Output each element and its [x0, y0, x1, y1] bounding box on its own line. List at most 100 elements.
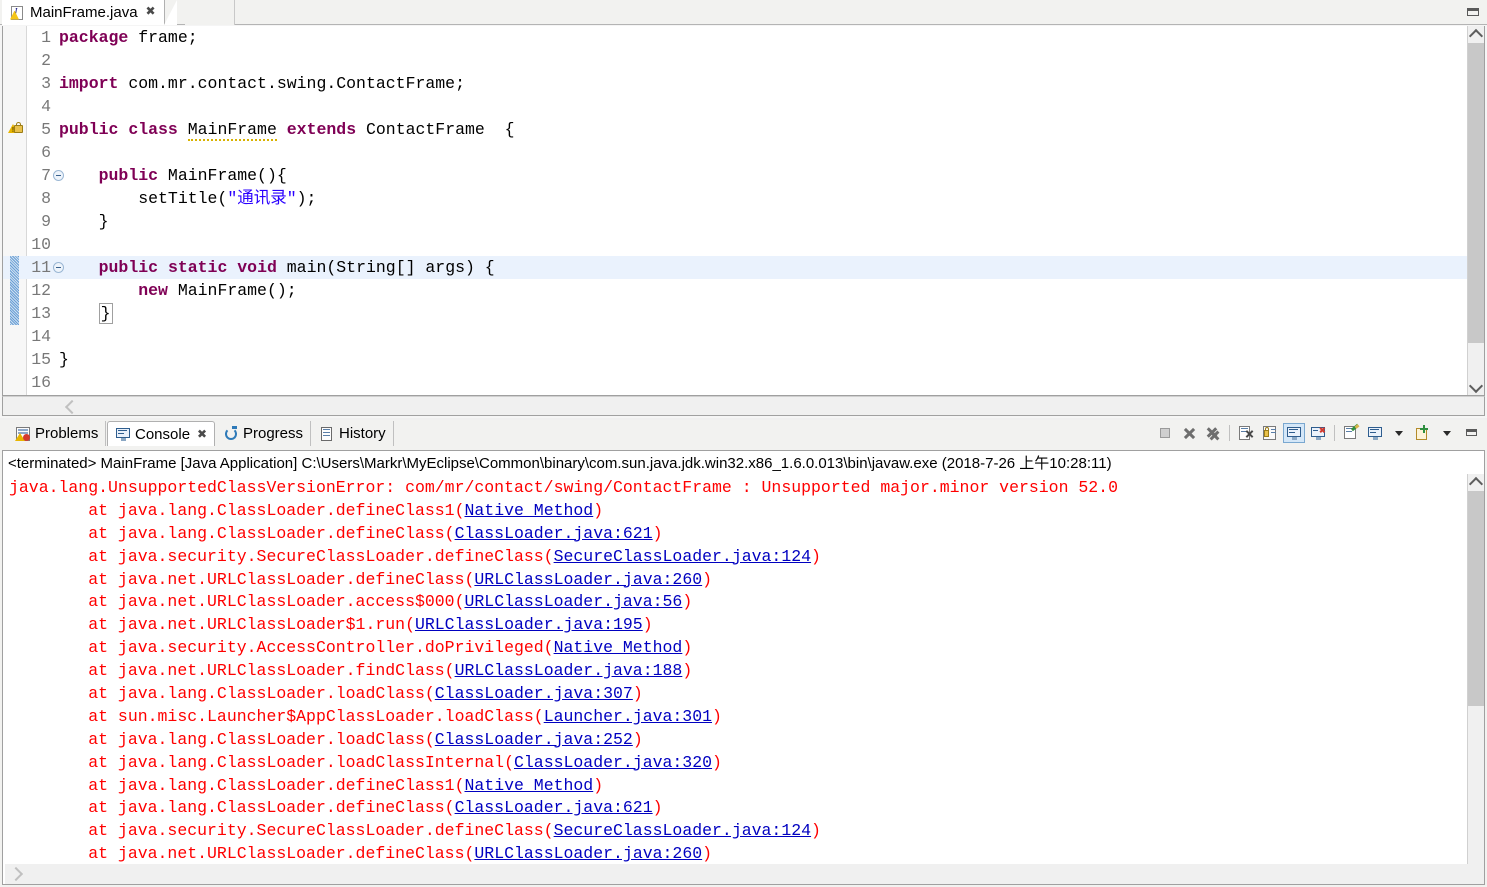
console-output-line: at java.net.URLClassLoader.defineClass(U…: [9, 569, 1467, 592]
close-icon[interactable]: ✖: [197, 427, 207, 441]
stack-trace-link[interactable]: ClassLoader.java:621: [455, 798, 653, 817]
code-line[interactable]: 15}: [3, 348, 1467, 371]
stack-trace-link[interactable]: ClassLoader.java:621: [455, 524, 653, 543]
show-console-on-error-button[interactable]: ✖: [1307, 423, 1329, 443]
editor-horizontal-scrollbar[interactable]: [2, 396, 1485, 416]
line-number: 1: [41, 28, 51, 47]
pin-console-button[interactable]: [1340, 423, 1362, 443]
line-number: 6: [41, 143, 51, 162]
show-console-error-icon: ✖: [1310, 425, 1326, 441]
console-line-tail: ): [712, 752, 722, 772]
open-console-button[interactable]: [1412, 423, 1434, 443]
console-output-line: at java.lang.ClassLoader.defineClass(Cla…: [9, 797, 1467, 820]
stack-trace-link[interactable]: URLClassLoader.java:56: [464, 592, 682, 611]
code-line[interactable]: 9 }: [3, 210, 1467, 233]
open-console-menu-button[interactable]: [1436, 423, 1458, 443]
code-line[interactable]: 13 }: [3, 302, 1467, 325]
remove-all-terminated-button[interactable]: [1202, 423, 1224, 443]
code-text: setTitle("通讯录");: [59, 189, 317, 208]
console-output-line: at java.security.SecureClassLoader.defin…: [9, 546, 1467, 569]
editor-scroll-thumb[interactable]: [1468, 43, 1484, 343]
stack-trace-link[interactable]: SecureClassLoader.java:124: [554, 821, 811, 840]
code-line[interactable]: 6: [3, 141, 1467, 164]
stack-trace-link[interactable]: Native Method: [464, 501, 593, 520]
console-output-line: at java.net.URLClassLoader.findClass(URL…: [9, 660, 1467, 683]
code-line[interactable]: 8 setTitle("通讯录");: [3, 187, 1467, 210]
tab-label: Console: [135, 425, 191, 443]
line-number: 3: [41, 74, 51, 93]
warning-marker-icon[interactable]: !: [8, 121, 24, 137]
console-scroll-thumb[interactable]: [1468, 491, 1484, 706]
show-console-on-output-button[interactable]: [1283, 423, 1305, 443]
console-line-text: at java.net.URLClassLoader.access$000(: [9, 592, 465, 612]
display-selected-console-button[interactable]: [1364, 423, 1386, 443]
editor-vertical-scrollbar[interactable]: [1467, 26, 1484, 395]
code-line[interactable]: 5 public class MainFrame extends ContactF…: [3, 118, 1467, 141]
toolbar-separator: [1334, 425, 1335, 441]
line-number: 8: [41, 189, 51, 208]
console-vertical-scrollbar[interactable]: [1467, 474, 1484, 884]
console-output-area[interactable]: java.lang.UnsupportedClassVersionError: …: [2, 474, 1485, 885]
stack-trace-link[interactable]: URLClassLoader.java:195: [415, 615, 643, 634]
editor-part: J MainFrame.java ✖ 1 package frame; 2 3 impo…: [0, 0, 1487, 418]
console-output-line: at java.security.AccessController.doPriv…: [9, 637, 1467, 660]
tab-console[interactable]: Console ✖: [107, 421, 216, 446]
display-console-menu-button[interactable]: [1388, 423, 1410, 443]
scroll-up-button[interactable]: [1468, 26, 1484, 44]
stack-trace-link[interactable]: ClassLoader.java:252: [435, 730, 633, 749]
tab-label: Problems: [35, 425, 99, 442]
console-line-text: at java.lang.ClassLoader.loadClass(: [9, 729, 435, 749]
stack-trace-link[interactable]: ClassLoader.java:320: [514, 753, 712, 772]
close-icon[interactable]: ✖: [145, 5, 155, 17]
console-line-text: at java.net.URLClassLoader.defineClass(: [9, 569, 475, 589]
code-line[interactable]: 12 new MainFrame();: [3, 279, 1467, 302]
stack-trace-link[interactable]: Launcher.java:301: [544, 707, 712, 726]
console-output-line: java.lang.UnsupportedClassVersionError: …: [9, 477, 1467, 500]
line-number: 15: [31, 350, 51, 369]
code-line[interactable]: 10: [3, 233, 1467, 256]
minimize-view-button[interactable]: [1460, 423, 1482, 443]
code-line[interactable]: 2: [3, 49, 1467, 72]
stop-square-icon: [1157, 425, 1173, 441]
code-line[interactable]: 14: [3, 325, 1467, 348]
clear-console-button[interactable]: [1235, 423, 1257, 443]
stack-trace-link[interactable]: ClassLoader.java:307: [435, 684, 633, 703]
stack-trace-link[interactable]: SecureClassLoader.java:124: [554, 547, 811, 566]
scroll-left-button[interactable]: [61, 397, 80, 415]
console-line-tail: ): [682, 638, 693, 658]
line-number: 7: [41, 166, 51, 185]
stack-trace-link[interactable]: URLClassLoader.java:260: [474, 570, 702, 589]
tab-history[interactable]: History: [312, 421, 394, 446]
code-line[interactable]: 3 import com.mr.contact.swing.ContactFram…: [3, 72, 1467, 95]
stack-trace-link[interactable]: URLClassLoader.java:260: [474, 844, 702, 863]
code-line[interactable]: 7 public MainFrame(){: [3, 164, 1467, 187]
scroll-lock-button[interactable]: [1259, 423, 1281, 443]
code-editor-area[interactable]: 1 package frame; 2 3 import com.mr.contact.s…: [2, 26, 1485, 396]
console-scroll-right-button[interactable]: [5, 864, 24, 882]
code-text: }: [59, 350, 69, 369]
scroll-down-button[interactable]: [1468, 378, 1484, 395]
clear-console-icon: [1238, 425, 1254, 441]
console-horizontal-scrollbar[interactable]: [5, 864, 1484, 884]
console-line-tail: ): [642, 615, 653, 635]
minimize-icon[interactable]: [1467, 8, 1479, 16]
console-output-line: at java.net.URLClassLoader.access$000(UR…: [9, 591, 1467, 614]
code-line[interactable]: 1 package frame;: [3, 26, 1467, 49]
console-status-line: <terminated> MainFrame [Java Application…: [2, 450, 1485, 474]
code-line[interactable]: 4: [3, 95, 1467, 118]
stack-trace-link[interactable]: Native Method: [464, 776, 593, 795]
line-number: 16: [31, 373, 51, 392]
console-output-lines: java.lang.UnsupportedClassVersionError: …: [3, 474, 1467, 884]
stack-trace-link[interactable]: URLClassLoader.java:188: [455, 661, 683, 680]
remove-launch-button[interactable]: [1178, 423, 1200, 443]
stack-trace-link[interactable]: Native Method: [554, 638, 683, 657]
tab-problems[interactable]: Problems: [8, 421, 107, 446]
display-console-icon: [1367, 425, 1383, 441]
editor-tab-mainframe-java[interactable]: J MainFrame.java ✖: [2, 0, 177, 25]
code-text: }: [98, 303, 113, 324]
tab-progress[interactable]: Progress: [216, 421, 312, 446]
code-line[interactable]: 11 public static void main(String[] args…: [3, 256, 1467, 279]
console-scroll-up-button[interactable]: [1468, 474, 1484, 492]
console-icon: [115, 426, 131, 442]
code-line[interactable]: 16: [3, 371, 1467, 394]
